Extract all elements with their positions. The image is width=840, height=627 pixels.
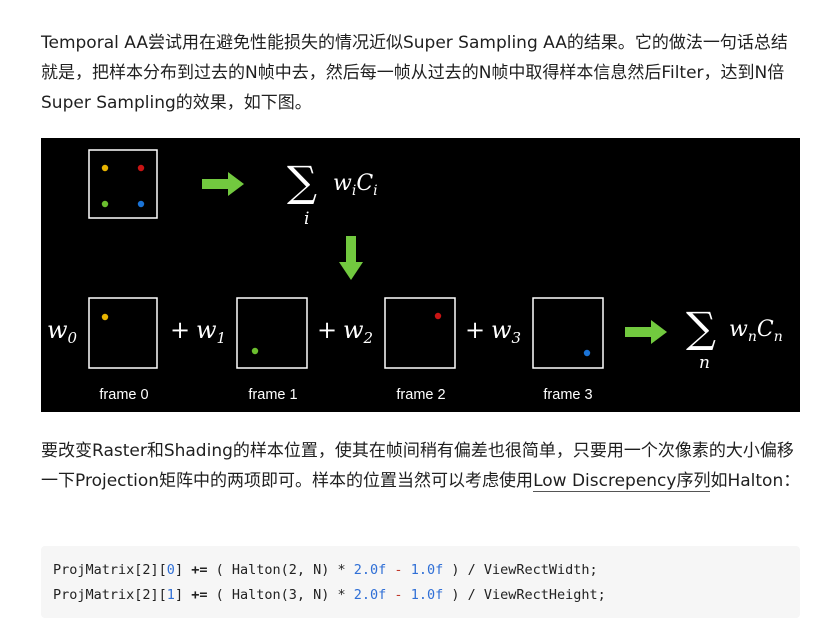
- frame-2-sample: [434, 312, 442, 320]
- frame-2-box: [384, 297, 456, 369]
- frame-label-2: frame 2: [396, 387, 445, 403]
- plus-1: +: [170, 316, 190, 344]
- frame-3-box: [532, 297, 604, 369]
- frame-0-sample: [101, 313, 109, 321]
- frame-0-box: [88, 297, 158, 369]
- sum-term-w: wiCi: [333, 171, 378, 199]
- weight-w1: w1: [196, 316, 226, 347]
- frame-3-sample: [583, 349, 591, 357]
- sum-index-bottom: n: [699, 353, 710, 373]
- sample-dot-green: [101, 200, 109, 208]
- sample-dot-yellow: [101, 164, 109, 172]
- frame-1-sample: [251, 347, 259, 355]
- frame-label-1: frame 1: [248, 387, 297, 403]
- arrow-right-icon: [202, 172, 244, 196]
- low-discrepancy-link[interactable]: Low Discrepency序列: [533, 471, 711, 492]
- plus-3: +: [465, 316, 485, 344]
- code-line: ProjMatrix[2][0] += ( Halton(2, N) * 2.0…: [53, 562, 598, 578]
- arrow-down-icon: [339, 236, 363, 280]
- weight-w0: w0: [47, 316, 78, 347]
- sample-dot-red: [137, 164, 145, 172]
- sum-term-bottom: wnCn: [729, 317, 783, 345]
- arrow-right-icon: [625, 320, 667, 344]
- weight-w2: w2: [343, 316, 373, 347]
- sum-index: i: [304, 209, 309, 229]
- temporal-aa-diagram: ∑ i wiCi w0 + w1 + w2 + w3 ∑ n wnCn fram…: [47, 149, 783, 403]
- jitter-paragraph: 要改变Raster和Shading的样本位置，使其在帧间稍有偏差也很简单，只要用…: [41, 436, 801, 496]
- code-line: ProjMatrix[2][1] += ( Halton(3, N) * 2.0…: [53, 587, 606, 603]
- sigma-symbol: ∑: [287, 157, 317, 206]
- frame-label-3: frame 3: [543, 387, 592, 403]
- temporal-aa-figure: ∑ i wiCi w0 + w1 + w2 + w3 ∑ n wnCn fram…: [41, 138, 800, 412]
- frame-label-0: frame 0: [99, 387, 148, 403]
- code-block: ProjMatrix[2][0] += ( Halton(2, N) * 2.0…: [41, 546, 800, 618]
- weight-w3: w3: [491, 316, 521, 347]
- frame-1-box: [236, 297, 308, 369]
- accumulated-frame: [88, 149, 158, 219]
- sample-dot-blue: [137, 200, 145, 208]
- intro-paragraph: Temporal AA尝试用在避免性能损失的情况近似Super Sampling…: [41, 33, 788, 113]
- plus-2: +: [317, 316, 337, 344]
- jitter-text-end: 如Halton：: [710, 471, 801, 491]
- sigma-symbol-bottom: ∑: [686, 303, 716, 352]
